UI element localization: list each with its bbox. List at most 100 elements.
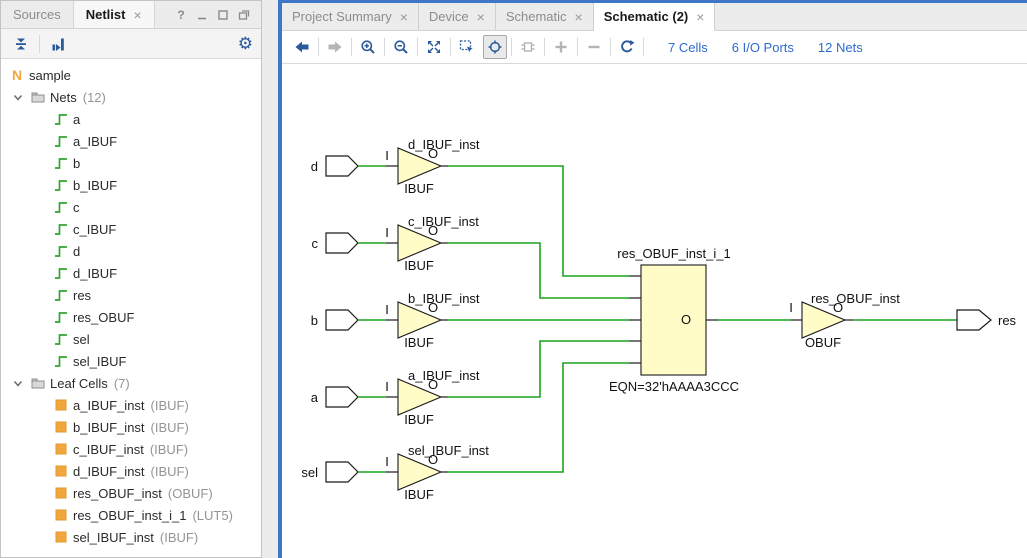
- cell-icon: [53, 463, 69, 479]
- expander[interactable]: [10, 89, 26, 105]
- expander[interactable]: [10, 375, 26, 391]
- ibuf-instance-label: a_IBUF_inst: [408, 368, 480, 383]
- lut5-output-pin-label: O: [681, 312, 691, 327]
- scroll-to-button[interactable]: [46, 32, 70, 56]
- tree-item-c-ibuf[interactable]: c_IBUF: [1, 218, 261, 240]
- close-icon[interactable]: ×: [575, 9, 583, 25]
- close-icon[interactable]: ×: [477, 9, 485, 25]
- tree-item-nets[interactable]: Nets(12): [1, 86, 261, 108]
- close-icon[interactable]: ×: [133, 7, 141, 23]
- net-icon: [53, 199, 69, 215]
- expand-cone-button[interactable]: [516, 35, 540, 59]
- zoom-out-button[interactable]: [389, 35, 413, 59]
- cell-icon: [53, 529, 69, 545]
- tree-item-d-ibuf-inst[interactable]: d_IBUF_inst(IBUF): [1, 460, 261, 482]
- ibuf-cell-a[interactable]: aIOa_IBUF_instIBUF: [311, 341, 629, 427]
- plus-icon: [553, 39, 569, 55]
- close-icon[interactable]: ×: [400, 9, 408, 25]
- input-port-shape-d[interactable]: [326, 156, 358, 176]
- settings-gear-icon[interactable]: ⚙: [238, 35, 253, 52]
- schematic-canvas[interactable]: dIOd_IBUF_instIBUFcIOc_IBUF_instIBUFbIOb…: [282, 64, 1027, 558]
- input-port-shape-sel[interactable]: [326, 462, 358, 482]
- output-port-label: res: [998, 313, 1017, 328]
- tree-item-a[interactable]: a: [1, 108, 261, 130]
- tab-schematic-2-[interactable]: Schematic (2)×: [594, 3, 716, 31]
- tree-item-label: sample: [29, 68, 71, 83]
- input-port-shape-a[interactable]: [326, 387, 358, 407]
- ibuf-instance-label: sel_IBUF_inst: [408, 443, 489, 458]
- expand-levels-button[interactable]: [549, 35, 573, 59]
- zoom-in-button[interactable]: [356, 35, 380, 59]
- autofit-selection-button[interactable]: [483, 35, 507, 59]
- tree-item-c-ibuf-inst[interactable]: c_IBUF_inst(IBUF): [1, 438, 261, 460]
- input-port-shape-b[interactable]: [326, 310, 358, 330]
- nets-count-link[interactable]: 12 Nets: [818, 40, 863, 55]
- tab-netlist[interactable]: Netlist ×: [74, 1, 155, 28]
- tree-item-res-obuf-inst-i-1[interactable]: res_OBUF_inst_i_1(LUT5): [1, 504, 261, 526]
- cells-count-link[interactable]: 7 Cells: [668, 40, 708, 55]
- tree-item-res[interactable]: res: [1, 284, 261, 306]
- output-port-res[interactable]: res: [957, 310, 1017, 330]
- input-port-label: d: [311, 159, 318, 174]
- chevron-down-icon: [11, 376, 25, 390]
- tree-item-label: c: [73, 200, 80, 215]
- autofit-selection-icon: [487, 39, 503, 55]
- tree-item-b[interactable]: b: [1, 152, 261, 174]
- tree-item-d-ibuf[interactable]: d_IBUF: [1, 262, 261, 284]
- ibuf-cell-c[interactable]: cIOc_IBUF_instIBUF: [312, 214, 630, 298]
- tab-sources[interactable]: Sources: [1, 1, 74, 28]
- ibuf-type-label: IBUF: [404, 258, 434, 273]
- tree-item-res-obuf[interactable]: res_OBUF: [1, 306, 261, 328]
- tab-project-summary[interactable]: Project Summary×: [282, 3, 419, 30]
- ibuf-instance-label: c_IBUF_inst: [408, 214, 479, 229]
- collapse-all-button[interactable]: [9, 32, 33, 56]
- net-c_IBUF[interactable]: [448, 243, 629, 298]
- back-button[interactable]: [290, 35, 314, 59]
- tab-label: Device: [429, 9, 469, 24]
- ibuf-cell-sel[interactable]: selIOsel_IBUF_instIBUF: [301, 363, 629, 502]
- schematic-panel: Project Summary×Device×Schematic×Schemat…: [278, 0, 1027, 558]
- help-icon[interactable]: ?: [174, 8, 188, 22]
- toolbar-separator: [643, 38, 644, 56]
- tab-sources-label: Sources: [13, 7, 61, 22]
- tree-item-c[interactable]: c: [1, 196, 261, 218]
- tree-item-type: (IBUF): [151, 398, 189, 413]
- tree-item-leaf-cells[interactable]: Leaf Cells(7): [1, 372, 261, 394]
- close-icon[interactable]: ×: [696, 9, 704, 25]
- tab-schematic[interactable]: Schematic×: [496, 3, 594, 30]
- obuf-type-label: OBUF: [805, 335, 841, 350]
- tree-item-res-obuf-inst[interactable]: res_OBUF_inst(OBUF): [1, 482, 261, 504]
- forward-button[interactable]: [323, 35, 347, 59]
- tree-item-b-ibuf[interactable]: b_IBUF: [1, 174, 261, 196]
- tree-item-b-ibuf-inst[interactable]: b_IBUF_inst(IBUF): [1, 416, 261, 438]
- tree-item-sel-ibuf-inst[interactable]: sel_IBUF_inst(IBUF): [1, 526, 261, 548]
- net-icon: [53, 133, 69, 149]
- tree-item-sel[interactable]: sel: [1, 328, 261, 350]
- tree-item-a-ibuf-inst[interactable]: a_IBUF_inst (IBUF): [1, 394, 261, 416]
- input-port-shape-c[interactable]: [326, 233, 358, 253]
- tree-item-type: (12): [83, 90, 106, 105]
- tree-item-a-ibuf[interactable]: a_IBUF: [1, 130, 261, 152]
- tree-item-sample[interactable]: Nsample: [1, 64, 261, 86]
- toolbar-separator: [610, 38, 611, 56]
- minimize-icon[interactable]: [195, 8, 209, 22]
- maximize-icon[interactable]: [216, 8, 230, 22]
- zoom-to-selection-button[interactable]: [455, 35, 479, 59]
- tree-item-sel-ibuf[interactable]: sel_IBUF: [1, 350, 261, 372]
- ibuf-cell-d[interactable]: dIOd_IBUF_instIBUF: [311, 137, 629, 276]
- net-icon: [53, 155, 69, 171]
- tab-device[interactable]: Device ×: [419, 3, 496, 30]
- tree-item-type: (IBUF): [150, 442, 188, 457]
- cell-icon: [53, 419, 69, 435]
- ioports-count-link[interactable]: 6 I/O Ports: [732, 40, 794, 55]
- collapse-levels-button[interactable]: [582, 35, 606, 59]
- float-icon[interactable]: [237, 8, 251, 22]
- lut5-body[interactable]: [641, 265, 706, 375]
- net-icon: [53, 265, 69, 281]
- tree-item-label: a_IBUF_inst: [73, 398, 145, 413]
- tree-item-label: b_IBUF: [73, 178, 117, 193]
- tree-item-d[interactable]: d: [1, 240, 261, 262]
- regenerate-button[interactable]: [615, 35, 639, 59]
- output-port-shape[interactable]: [957, 310, 991, 330]
- zoom-fit-button[interactable]: [422, 35, 446, 59]
